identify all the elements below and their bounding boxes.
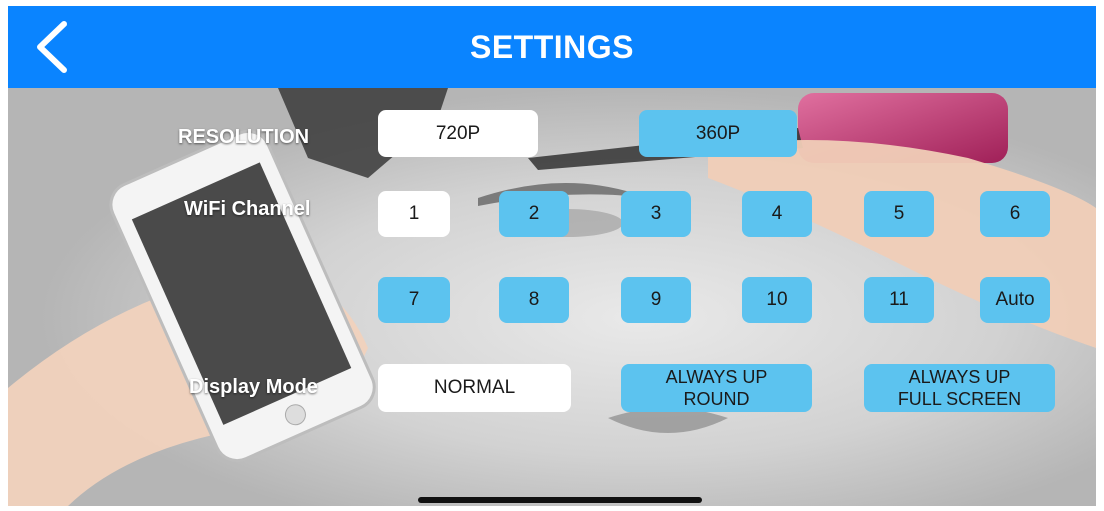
wifi-channel-2-button[interactable]: 2	[499, 191, 569, 237]
wifi-channel-9-button[interactable]: 9	[621, 277, 691, 323]
resolution-360p-button[interactable]: 360P	[639, 110, 797, 157]
wifi-channel-auto-button[interactable]: Auto	[980, 277, 1050, 323]
round-button-line1: ALWAYS UP	[665, 367, 768, 387]
display-mode-always-up-fullscreen-button[interactable]: ALWAYS UP FULL SCREEN	[864, 364, 1055, 412]
wifi-channel-6-button[interactable]: 6	[980, 191, 1050, 237]
header-bar: SETTINGS	[8, 6, 1096, 88]
fullscreen-button-line1: ALWAYS UP	[908, 367, 1011, 387]
wifi-channel-7-button[interactable]: 7	[378, 277, 450, 323]
resolution-label: RESOLUTION	[178, 126, 310, 148]
display-mode-always-up-round-button[interactable]: ALWAYS UP ROUND	[621, 364, 812, 412]
wifi-channel-4-button[interactable]: 4	[742, 191, 812, 237]
resolution-720p-button[interactable]: 720P	[378, 110, 538, 157]
round-button-line2: ROUND	[683, 389, 750, 409]
wifi-channel-label: WiFi Channel	[184, 198, 311, 220]
fullscreen-button-line2: FULL SCREEN	[897, 389, 1022, 409]
home-indicator[interactable]	[418, 497, 702, 503]
wifi-channel-3-button[interactable]: 3	[621, 191, 691, 237]
wifi-channel-5-button[interactable]: 5	[864, 191, 934, 237]
display-mode-label: Display Mode	[189, 376, 318, 398]
settings-screen: SETTINGS RESOLUTION 720P 360P WiFi Chann…	[8, 6, 1096, 506]
wifi-channel-1-button[interactable]: 1	[378, 191, 450, 237]
wifi-channel-11-button[interactable]: 11	[864, 277, 934, 323]
display-mode-normal-button[interactable]: NORMAL	[378, 364, 571, 412]
wifi-channel-10-button[interactable]: 10	[742, 277, 812, 323]
wifi-channel-8-button[interactable]: 8	[499, 277, 569, 323]
page-title: SETTINGS	[469, 29, 634, 65]
